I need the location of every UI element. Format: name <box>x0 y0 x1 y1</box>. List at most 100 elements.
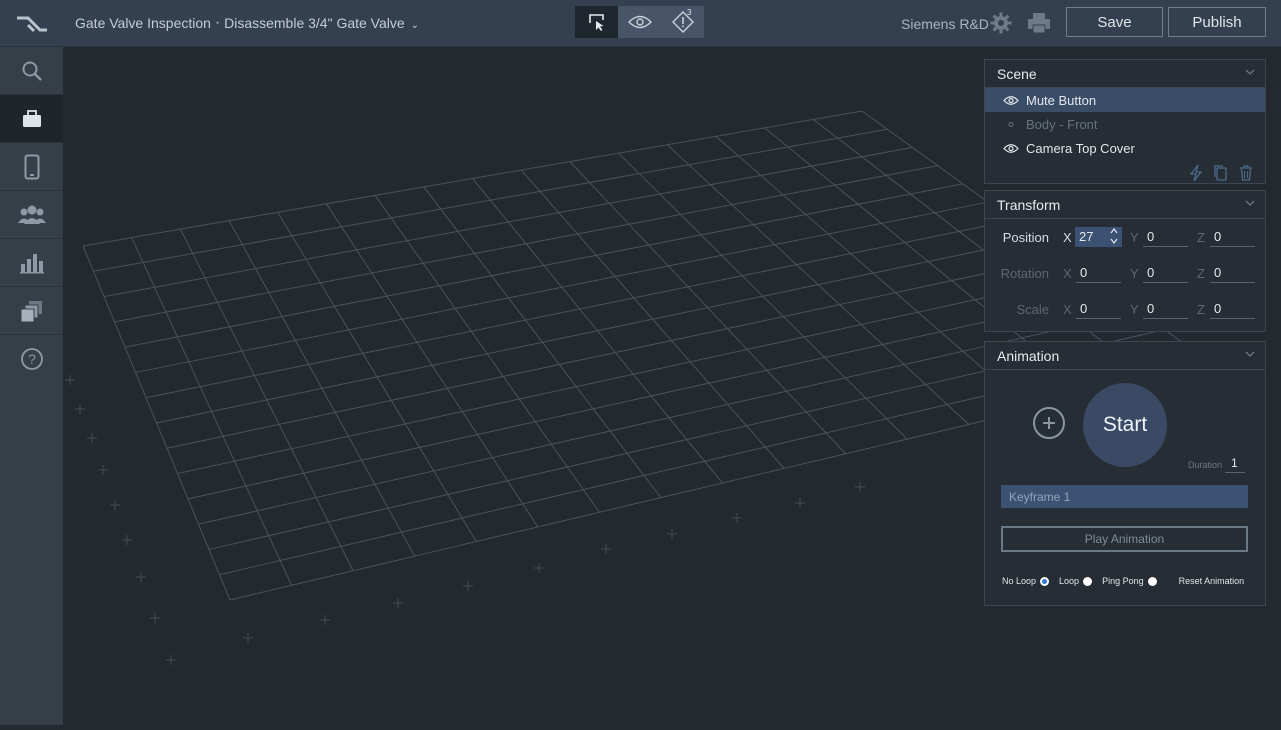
animation-panel-header[interactable]: Animation <box>985 342 1265 370</box>
gear-icon[interactable] <box>990 12 1012 34</box>
sidebar-item-search[interactable] <box>0 47 63 95</box>
grid-marker <box>150 613 160 623</box>
animation-panel: Animation Start Duration 1 Keyframe 1 Pl… <box>984 341 1266 606</box>
position-label: Position <box>1002 230 1049 245</box>
scale-z-input[interactable]: 0 <box>1210 299 1255 319</box>
organization-name: Siemens R&D <box>901 16 989 32</box>
scale-x-input[interactable]: 0 <box>1076 299 1121 319</box>
printer-icon[interactable] <box>1027 12 1051 34</box>
grid-marker <box>243 633 253 643</box>
grid-marker <box>136 572 146 582</box>
grid-marker <box>87 433 97 443</box>
position-z-input[interactable]: 0 <box>1210 227 1255 247</box>
stepper-arrows-icon[interactable] <box>1109 225 1119 247</box>
svg-text:?: ? <box>28 351 36 367</box>
grid-marker <box>601 544 611 554</box>
mobile-device-icon <box>24 154 39 179</box>
sidebar-item-users[interactable] <box>0 191 63 239</box>
scale-y-input[interactable]: 0 <box>1143 299 1188 319</box>
sidebar-item-analytics[interactable] <box>0 239 63 287</box>
scene-toolbar <box>985 160 1265 185</box>
transform-panel: Transform Position X 27 Y 0 Z 0 Rotation… <box>984 190 1266 332</box>
animation-panel-title: Animation <box>997 347 1060 364</box>
grid-line <box>156 238 1039 424</box>
scene-item-body-front[interactable]: Body - Front <box>985 112 1265 136</box>
sidebar: ? <box>0 47 63 725</box>
position-y-input[interactable]: 0 <box>1143 227 1188 247</box>
briefcase-icon <box>22 109 41 127</box>
help-circle-icon: ? <box>20 348 43 370</box>
grid-marker <box>166 655 176 665</box>
scene-panel-header[interactable]: Scene <box>985 60 1265 88</box>
scene-item-label: Camera Top Cover <box>1026 140 1135 156</box>
lightning-icon[interactable] <box>1189 164 1203 182</box>
save-button[interactable]: Save <box>1066 7 1163 37</box>
start-button[interactable]: Start <box>1083 383 1167 467</box>
grid-line <box>187 292 1115 500</box>
keyframe-item[interactable]: Keyframe 1 <box>1001 485 1248 508</box>
warnings-button[interactable]: 3 <box>661 6 704 38</box>
plus-icon <box>1043 417 1055 429</box>
app-logo-icon[interactable] <box>14 12 50 36</box>
select-mode-button[interactable] <box>575 6 618 38</box>
duration-input[interactable]: 1 <box>1225 456 1245 473</box>
rotation-y-input[interactable]: 0 <box>1143 263 1188 283</box>
sidebar-item-projects[interactable] <box>0 95 63 143</box>
grid-marker <box>393 598 403 608</box>
sidebar-item-devices[interactable] <box>0 143 63 191</box>
grid-marker <box>98 465 108 475</box>
chevron-down-icon[interactable] <box>1245 199 1255 207</box>
preview-eye-icon <box>627 15 652 29</box>
preview-button[interactable] <box>618 6 661 38</box>
transform-panel-header[interactable]: Transform <box>985 191 1265 219</box>
chevron-down-icon[interactable]: ⌄ <box>411 20 419 31</box>
chevron-down-icon[interactable] <box>1245 68 1255 76</box>
loop-radio[interactable] <box>1083 576 1093 586</box>
scene-item-label: Body - Front <box>1026 116 1098 132</box>
eye-icon[interactable] <box>1003 95 1019 106</box>
sidebar-item-help[interactable]: ? <box>0 335 63 383</box>
publish-button[interactable]: Publish <box>1168 7 1266 37</box>
eye-icon[interactable] <box>1003 143 1019 154</box>
grid-marker <box>320 615 330 625</box>
axis-y-label: Y <box>1130 266 1139 281</box>
duration-label: Duration <box>1188 460 1223 470</box>
no-loop-label: No Loop <box>1002 576 1037 586</box>
dot-icon[interactable] <box>1003 119 1019 130</box>
scene-item-mute-button[interactable]: Mute Button <box>985 88 1265 112</box>
duplicate-icon[interactable] <box>1214 164 1228 182</box>
scene-panel: Scene Mute Button Body - Front Camera To… <box>984 59 1266 184</box>
chevron-down-icon[interactable] <box>1245 350 1255 358</box>
rotation-row: Rotation X 0 Y 0 Z 0 <box>985 255 1265 291</box>
rotation-z-input[interactable]: 0 <box>1210 263 1255 283</box>
axis-x-label: X <box>1063 266 1072 281</box>
add-keyframe-button[interactable] <box>1033 407 1065 439</box>
rotation-label: Rotation <box>1000 266 1049 281</box>
trash-icon[interactable] <box>1239 164 1253 182</box>
axis-z-label: Z <box>1197 230 1205 245</box>
rotation-x-input[interactable]: 0 <box>1076 263 1121 283</box>
breadcrumb-document[interactable]: Disassemble 3/4" Gate Valve <box>224 15 405 31</box>
stacked-pages-icon <box>20 300 42 322</box>
grid-marker <box>122 535 132 545</box>
breadcrumb[interactable]: Gate Valve Inspection • Disassemble 3/4" G… <box>75 15 419 31</box>
grid-line <box>103 146 913 298</box>
sidebar-item-library[interactable] <box>0 287 63 335</box>
reset-animation-button[interactable]: Reset Animation <box>1179 576 1245 586</box>
ping-pong-radio[interactable] <box>1147 576 1157 586</box>
loop-mode-options: No Loop Loop Ping Pong Reset Animation <box>1002 576 1244 586</box>
play-animation-button[interactable]: Play Animation <box>1001 526 1248 552</box>
axis-y-label: Y <box>1130 230 1139 245</box>
scene-panel-title: Scene <box>997 65 1037 82</box>
breadcrumb-project[interactable]: Gate Valve Inspection <box>75 15 211 31</box>
axis-y-label: Y <box>1130 302 1139 317</box>
grid-marker <box>795 498 805 508</box>
grid-marker <box>65 375 75 385</box>
scene-item-camera-top-cover[interactable]: Camera Top Cover <box>985 136 1265 160</box>
mode-toggle-group: 3 <box>575 6 704 38</box>
users-group-icon <box>17 205 46 224</box>
no-loop-radio[interactable] <box>1040 576 1050 586</box>
axis-x-label: X <box>1063 302 1072 317</box>
axis-z-label: Z <box>1197 266 1205 281</box>
grid-marker <box>463 581 473 591</box>
